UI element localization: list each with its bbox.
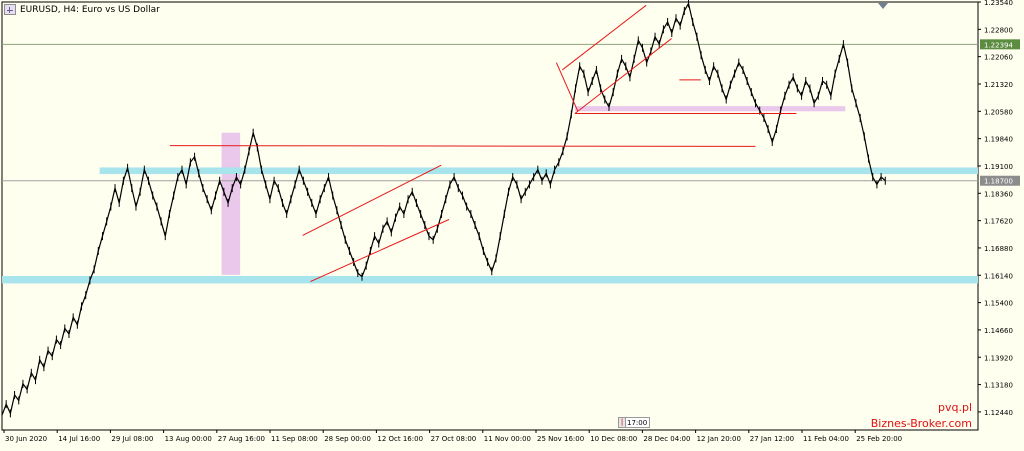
y-tick-label: 1.15400 [984,300,1013,308]
y-tick-label: 1.20580 [984,108,1013,116]
y-tick-label: 1.13180 [984,382,1013,390]
x-tick-label: 11 Nov 00:00 [484,435,531,443]
x-tick-label: 28 Dec 04:00 [643,435,690,443]
x-tick-label: 27 Jan 12:00 [750,435,794,443]
vertical-zone [221,132,241,275]
x-tick-label: 25 Nov 16:00 [537,435,584,443]
chart-shift-arrow-icon[interactable] [878,3,888,9]
watermark-line-2: Biznes-Broker.com [870,417,972,430]
price-label-0: 1.22394 [984,41,1013,49]
x-tick-label: 11 Sep 08:00 [271,435,318,443]
x-tick-label: 30 Jun 2020 [5,435,47,443]
x-tick-label: 11 Feb 04:00 [803,435,849,443]
y-tick-label: 1.22800 [984,26,1013,34]
y-tick-label: 1.16880 [984,245,1013,253]
x-tick-label: 13 Aug 00:00 [165,435,212,443]
x-tick-label: 28 Sep 00:00 [324,435,371,443]
time-scroll-marker[interactable]: | 17:00 [618,417,651,428]
price-axis-panel [978,2,1022,430]
time-marker-label: 17:00 [627,418,648,427]
price-chart-svg[interactable]: 1.23540 1.22800 1.22060 1.21320 1.20580 1.198… [0,0,1024,451]
x-tick-label: 14 Jul 16:00 [58,435,100,443]
y-tick-label: 1.16140 [984,272,1013,280]
x-tick-label: 10 Dec 08:00 [590,435,637,443]
price-label-1: 1.18700 [984,178,1013,186]
watermark-line-1: pvq.pl [937,401,972,414]
x-tick-label: 12 Oct 16:00 [377,435,423,443]
chart-window-icon [4,4,16,15]
y-tick-label: 1.21320 [984,81,1013,89]
y-tick-label: 1.14660 [984,327,1013,335]
support-zone-2 [574,106,846,112]
y-tick-label: 1.12440 [984,409,1013,417]
support-zone-1 [2,276,978,284]
plot-frame [1,1,979,431]
chart-area[interactable]: 1.23540 1.22800 1.22060 1.21320 1.20580 1.198… [0,0,1024,451]
chart-title: EURUSD, H4: Euro vs US Dollar [20,4,160,15]
y-tick-label: 1.19100 [984,163,1013,171]
x-tick-label: 29 Jul 08:00 [111,435,153,443]
y-tick-label: 1.23540 [984,0,1013,7]
y-tick-label: 1.19840 [984,136,1013,144]
chart-title-bar: EURUSD, H4: Euro vs US Dollar [4,4,160,15]
x-tick-label: 27 Oct 08:00 [431,435,477,443]
y-tick-label: 1.22060 [984,54,1013,62]
x-tick-label: 25 Feb 20:00 [856,435,902,443]
x-tick-label: 27 Aug 16:00 [218,435,265,443]
y-tick-label: 1.18360 [984,190,1013,198]
time-marker-icon: | [619,418,626,427]
y-tick-label: 1.13920 [984,354,1013,362]
x-tick-label: 12 Jan 20:00 [697,435,741,443]
y-tick-label: 1.17620 [984,218,1013,226]
